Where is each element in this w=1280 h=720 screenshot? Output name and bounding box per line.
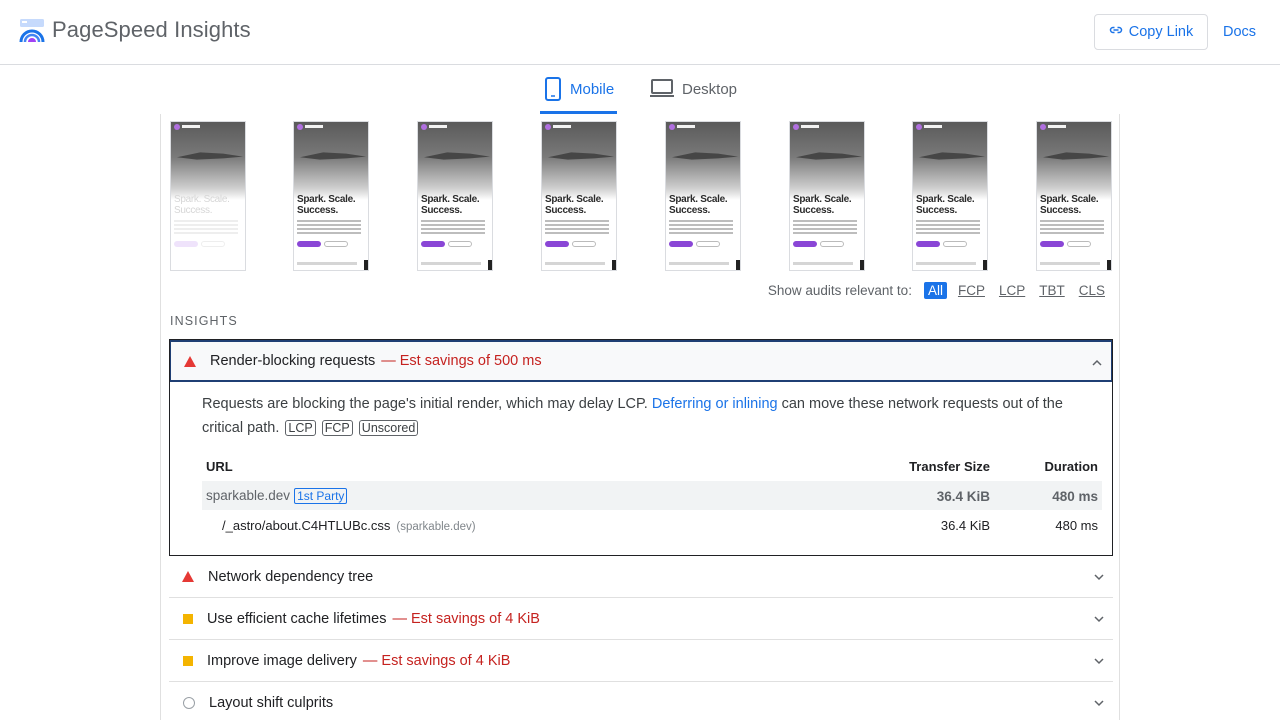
audit-title: Improve image delivery: [207, 652, 357, 669]
deferring-link[interactable]: Deferring or inlining: [652, 396, 778, 412]
filmstrip-frame: Spark. Scale. Success.: [1036, 121, 1112, 271]
description-text: Requests are blocking the page's initial…: [202, 396, 648, 412]
chevron-down-icon: [1093, 654, 1105, 666]
party-badge: 1st Party: [294, 488, 348, 504]
audit-filter-label: Show audits relevant to:: [767, 283, 912, 298]
frame-heading: Spark. Scale. Success.: [297, 194, 356, 216]
frame-heading: Spark. Scale. Success.: [793, 194, 852, 216]
report-panel: Spark. Scale. Success. Spark. Scale. Suc…: [160, 114, 1120, 720]
audit-cache-lifetimes[interactable]: Use efficient cache lifetimes — Est savi…: [169, 598, 1113, 640]
audit-savings: — Est savings of 4 KiB: [362, 652, 511, 669]
tab-mobile-label: Mobile: [570, 81, 615, 98]
audit-layout-shift-culprits[interactable]: Layout shift culprits: [169, 682, 1113, 720]
desktop-icon: [650, 77, 674, 103]
frame-heading: Spark. Scale. Success.: [669, 194, 728, 216]
tab-desktop[interactable]: Desktop: [650, 77, 740, 114]
column-duration: Duration: [1044, 459, 1098, 474]
device-tabs: Mobile Desktop: [0, 65, 1280, 114]
audit-image-delivery[interactable]: Improve image delivery — Est savings of …: [169, 640, 1113, 682]
filmstrip: Spark. Scale. Success. Spark. Scale. Suc…: [170, 121, 1112, 271]
filmstrip-frame: Spark. Scale. Success.: [417, 121, 493, 271]
triangle-fail-icon: [184, 355, 196, 367]
frame-heading: Spark. Scale. Success.: [916, 194, 975, 216]
request-url-cell: /_astro/about.C4HTLUBc.css (sparkable.dev…: [222, 518, 476, 533]
tag-unscored: Unscored: [358, 420, 419, 436]
party-size: 36.4 KiB: [936, 489, 990, 504]
audit-title: Render-blocking requests: [210, 353, 376, 369]
chevron-down-icon: [1093, 696, 1105, 708]
triangle-fail-icon: [182, 571, 194, 582]
copy-link-label: Copy Link: [1128, 24, 1194, 40]
frame-heading: Spark. Scale. Success.: [421, 194, 480, 216]
filter-chip-fcp[interactable]: FCP: [955, 282, 988, 299]
copy-link-button[interactable]: Copy Link: [1094, 14, 1208, 50]
filter-chip-cls[interactable]: CLS: [1076, 282, 1108, 299]
audit-title: Use efficient cache lifetimes: [207, 610, 387, 627]
audit-network-dependency-tree[interactable]: Network dependency tree: [169, 556, 1113, 598]
chevron-down-icon: [1093, 570, 1105, 582]
frame-heading: Spark. Scale. Success.: [174, 194, 230, 216]
table-header: URL Transfer Size Duration: [202, 454, 1102, 478]
filter-chip-all[interactable]: All: [923, 282, 947, 299]
chevron-up-icon: [1091, 356, 1103, 368]
audit-description: Requests are blocking the page's initial…: [202, 392, 1092, 440]
audit-savings: — Est savings of 4 KiB: [392, 610, 540, 627]
frame-heading: Spark. Scale. Success.: [545, 194, 604, 216]
column-url: URL: [206, 459, 233, 474]
tag-fcp: FCP: [321, 420, 353, 436]
audit-title: Network dependency tree: [208, 568, 374, 585]
docs-link[interactable]: Docs: [1223, 24, 1256, 40]
filmstrip-frame: Spark. Scale. Success.: [665, 121, 741, 271]
audit-header-render-blocking[interactable]: Render-blocking requests — Est savings o…: [170, 340, 1112, 382]
tab-desktop-label: Desktop: [682, 81, 738, 98]
table-row: /_astro/about.C4HTLUBc.css (sparkable.dev…: [202, 512, 1102, 538]
request-size: 36.4 KiB: [940, 518, 990, 533]
audit-title: Layout shift culprits: [209, 695, 334, 711]
filmstrip-frame: Spark. Scale. Success.: [912, 121, 988, 271]
audit-filter: Show audits relevant to: All FCP LCP TBT…: [768, 282, 1108, 299]
chevron-down-icon: [1093, 612, 1105, 624]
filter-chip-tbt[interactable]: TBT: [1036, 282, 1068, 299]
circle-info-icon: [183, 697, 195, 709]
frame-heading: Spark. Scale. Success.: [1040, 194, 1099, 216]
filmstrip-frame: Spark. Scale. Success.: [293, 121, 369, 271]
party-cell: sparkable.dev 1st Party: [206, 488, 348, 504]
tab-mobile[interactable]: Mobile: [540, 77, 617, 114]
audit-render-blocking: Render-blocking requests — Est savings o…: [169, 339, 1113, 556]
filmstrip-frame: Spark. Scale. Success.: [170, 121, 246, 271]
filmstrip-frame: Spark. Scale. Success.: [541, 121, 617, 271]
request-url[interactable]: /_astro/about.C4HTLUBc.css: [222, 518, 390, 533]
square-average-icon: [183, 655, 193, 666]
pagespeed-logo-icon[interactable]: [19, 18, 45, 44]
square-average-icon: [183, 613, 193, 624]
column-transfer-size: Transfer Size: [909, 459, 990, 474]
link-icon: [1109, 23, 1123, 41]
mobile-icon: [544, 77, 562, 105]
top-header: PageSpeed Insights Copy Link Docs: [0, 0, 1280, 65]
insights-heading: INSIGHTS: [170, 314, 238, 328]
app-title: PageSpeed Insights: [52, 17, 251, 42]
filter-chip-lcp[interactable]: LCP: [996, 282, 1028, 299]
request-host: (sparkable.dev): [396, 521, 476, 533]
party-name: sparkable.dev: [206, 488, 291, 503]
party-duration: 480 ms: [1052, 489, 1098, 504]
request-duration: 480 ms: [1055, 518, 1098, 533]
tag-lcp: LCP: [285, 420, 316, 436]
table-row-party: sparkable.dev 1st Party 36.4 KiB 480 ms: [202, 481, 1102, 510]
filmstrip-frame: Spark. Scale. Success.: [789, 121, 865, 271]
audit-savings: — Est savings of 500 ms: [381, 353, 542, 369]
